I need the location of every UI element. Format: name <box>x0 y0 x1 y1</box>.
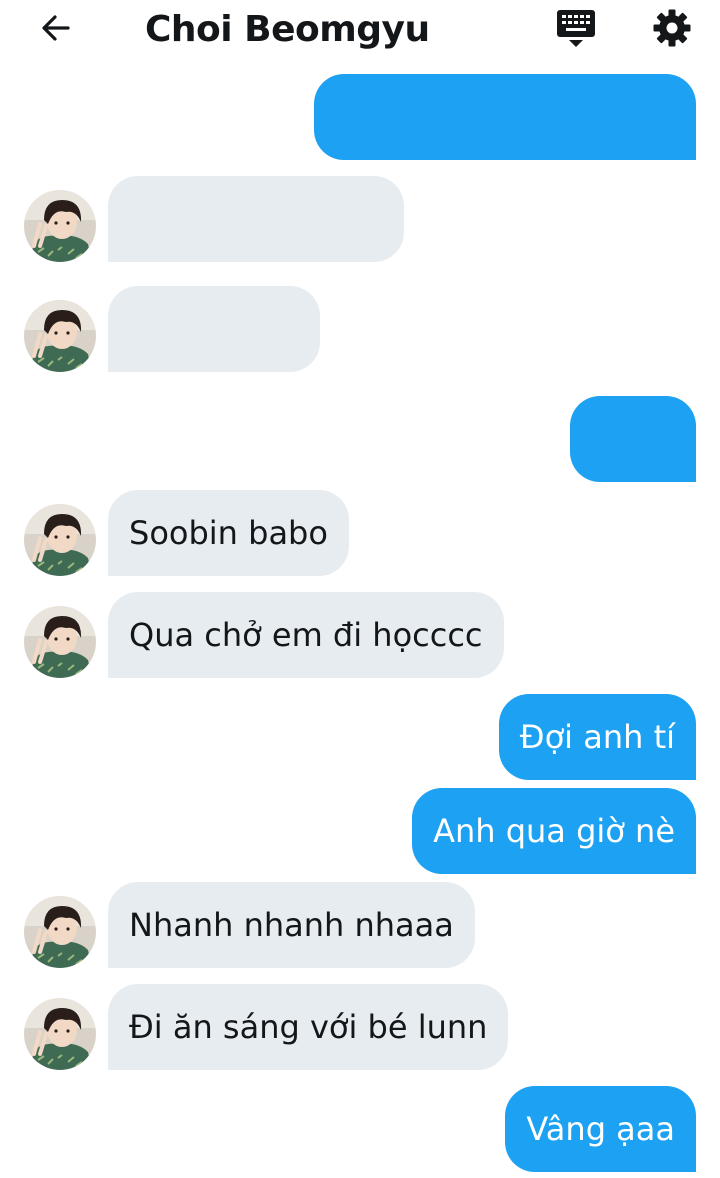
message-bubble-outgoing[interactable]: Anh qua giờ nè <box>412 788 696 874</box>
conversation-title: Choi Beomgyu <box>145 9 430 50</box>
avatar[interactable] <box>24 606 96 678</box>
top-bar: Choi Beomgyu <box>0 0 720 62</box>
message-bubble-incoming[interactable] <box>108 176 404 262</box>
message-bubble-outgoing[interactable]: Đợi anh tí <box>498 694 696 780</box>
arrow-left-icon <box>38 10 74 50</box>
avatar[interactable] <box>24 998 96 1070</box>
message-text: Soobin babo <box>129 514 328 552</box>
message-bubble-incoming[interactable]: Đi ăn sáng với bé lunn <box>108 984 509 1070</box>
message-bubble-outgoing[interactable] <box>314 74 696 160</box>
message-text: Vâng ạaa <box>526 1110 675 1148</box>
message-text: Qua chở em đi họcccc <box>129 616 483 654</box>
message-bubble-incoming[interactable]: Soobin babo <box>108 490 349 576</box>
message-text: Đợi anh tí <box>519 718 675 756</box>
avatar[interactable] <box>24 190 96 262</box>
message-bubble-incoming[interactable]: Qua chở em đi họcccc <box>108 592 504 678</box>
keyboard-icon <box>555 7 597 53</box>
message-bubble-incoming[interactable] <box>108 286 320 372</box>
message-bubble-outgoing[interactable] <box>570 396 696 482</box>
avatar[interactable] <box>24 300 96 372</box>
avatar[interactable] <box>24 504 96 576</box>
avatar[interactable] <box>24 896 96 968</box>
message-bubble-incoming[interactable]: Nhanh nhanh nhaaa <box>108 882 475 968</box>
settings-button[interactable] <box>648 6 696 54</box>
message-text: Nhanh nhanh nhaaa <box>129 906 454 944</box>
keyboard-button[interactable] <box>552 6 600 54</box>
message-bubble-outgoing[interactable]: Vâng ạaa <box>505 1086 696 1172</box>
gear-icon <box>652 8 692 52</box>
back-button[interactable] <box>28 6 84 54</box>
message-text: Anh qua giờ nè <box>433 812 675 850</box>
message-text: Đi ăn sáng với bé lunn <box>129 1008 488 1046</box>
